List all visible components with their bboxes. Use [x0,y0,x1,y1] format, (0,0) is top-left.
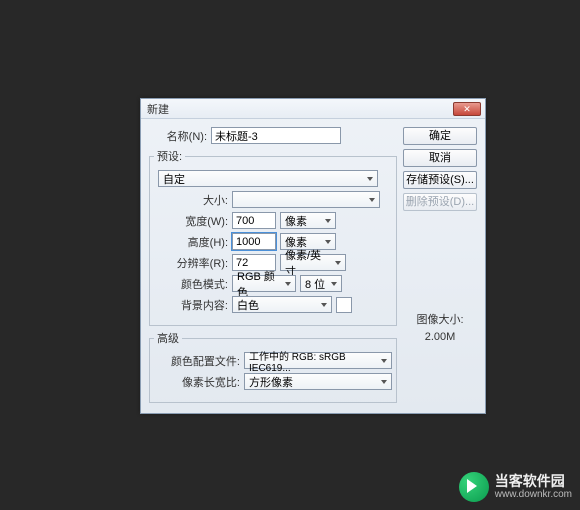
advanced-group: 高级 颜色配置文件: 工作中的 RGB: sRGB IEC619... 像素长宽… [149,330,397,403]
aspect-label: 像素长宽比: [154,374,240,390]
preset-label: 预设: [154,148,185,164]
color-mode-label: 颜色模式: [154,276,228,292]
save-preset-button[interactable]: 存储预设(S)... [403,171,477,189]
watermark-name: 当客软件园 [495,473,572,489]
name-input[interactable] [211,127,341,144]
size-label: 大小: [154,192,228,208]
color-depth-select[interactable]: 8 位 [300,275,342,292]
image-size-label: 图像大小: [403,311,477,327]
profile-label: 颜色配置文件: [154,353,240,369]
height-input[interactable] [232,233,276,250]
aspect-select[interactable]: 方形像素 [244,373,392,390]
color-depth-value: 8 位 [305,276,325,292]
resolution-unit-value: 像素/英寸 [285,247,331,279]
bg-color-swatch[interactable] [336,297,352,313]
bg-select[interactable]: 白色 [232,296,332,313]
close-icon[interactable]: ✕ [453,102,481,116]
preset-value: 自定 [163,171,185,187]
bg-label: 背景内容: [154,297,228,313]
aspect-value: 方形像素 [249,374,293,390]
bg-value: 白色 [237,297,259,313]
dialog-titlebar[interactable]: 新建 ✕ [141,99,485,119]
width-unit-select[interactable]: 像素 [280,212,336,229]
color-mode-select[interactable]: RGB 颜色 [232,275,296,292]
ok-button[interactable]: 确定 [403,127,477,145]
watermark-logo-icon [459,472,489,502]
resolution-unit-select[interactable]: 像素/英寸 [280,254,346,271]
delete-preset-button: 删除预设(D)... [403,193,477,211]
profile-value: 工作中的 RGB: sRGB IEC619... [249,348,377,374]
size-select [232,191,380,208]
width-unit-value: 像素 [285,213,307,229]
image-size-block: 图像大小: 2.00M [403,311,477,343]
advanced-legend: 高级 [154,330,182,346]
preset-group: 预设: 自定 大小: 宽度(W): 像素 [149,148,397,326]
resolution-label: 分辨率(R): [154,255,228,271]
height-label: 高度(H): [154,234,228,250]
dialog-title: 新建 [145,101,453,117]
width-input[interactable] [232,212,276,229]
profile-select[interactable]: 工作中的 RGB: sRGB IEC619... [244,352,392,369]
preset-select[interactable]: 自定 [158,170,378,187]
new-document-dialog: 新建 ✕ 名称(N): 预设: 自定 大小: [140,98,486,414]
color-mode-value: RGB 颜色 [237,268,281,300]
name-label: 名称(N): [149,128,207,144]
watermark: 当客软件园 www.downkr.com [459,472,572,502]
cancel-button[interactable]: 取消 [403,149,477,167]
width-label: 宽度(W): [154,213,228,229]
image-size-value: 2.00M [403,331,477,343]
watermark-url: www.downkr.com [495,489,572,501]
